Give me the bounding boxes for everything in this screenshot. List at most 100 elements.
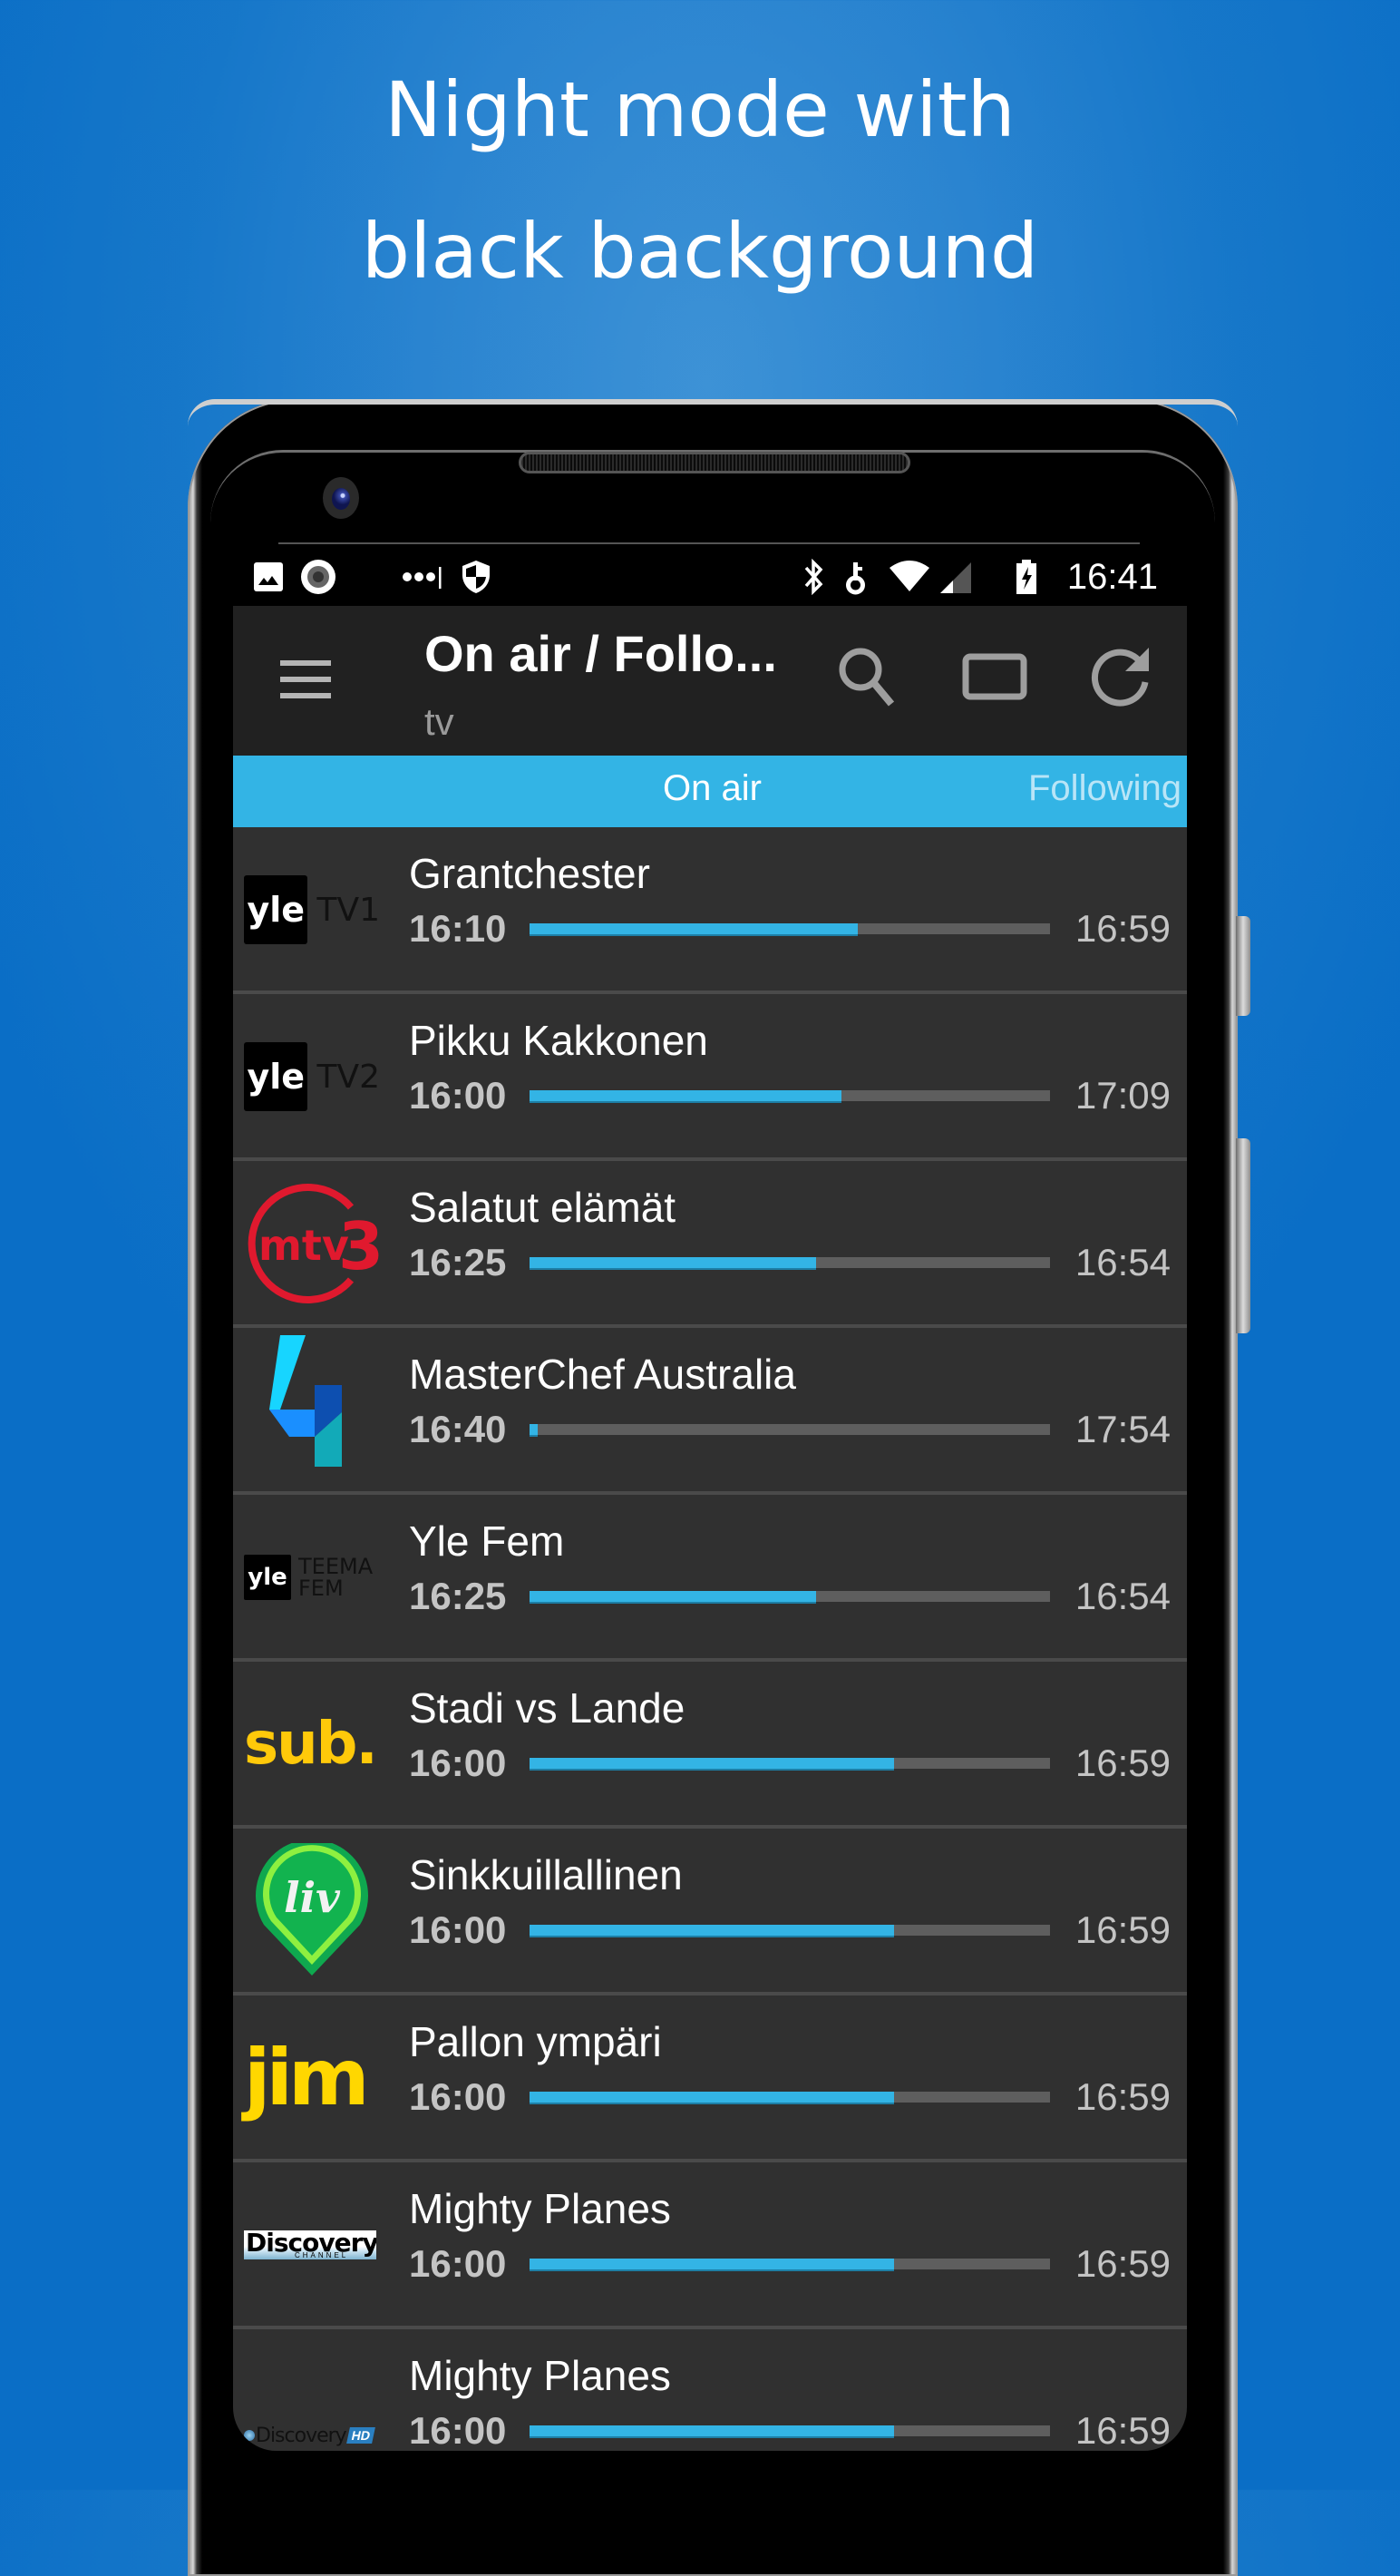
- status-time: 16:41: [1066, 557, 1158, 597]
- program-start-time: 16:00: [409, 1742, 507, 1784]
- program-progress-fill: [530, 923, 858, 934]
- program-progress-fill: [530, 1090, 842, 1101]
- yle-logo-mark: yle: [244, 875, 308, 944]
- program-title: Grantchester: [409, 850, 650, 897]
- yle-logo-mark: yle: [244, 1555, 291, 1600]
- program-row[interactable]: mtv 3 Salatut elämät 16:25 16:54: [233, 1161, 1187, 1328]
- app-bar: On air / Follo... tv: [233, 606, 1187, 756]
- program-row[interactable]: yle TV2 Pikku Kakkonen 16:00 17:09: [233, 994, 1187, 1161]
- svg-text:mtv: mtv: [258, 1221, 349, 1270]
- program-progress-bar: [530, 1257, 1050, 1268]
- tab-following[interactable]: Following: [1028, 768, 1181, 809]
- program-progress-bar: [530, 1591, 1050, 1602]
- signal-dots-icon: [402, 561, 445, 593]
- program-progress-bar: [530, 1925, 1050, 1936]
- program-title: Mighty Planes: [409, 2185, 671, 2232]
- channel-logo: Discovery CHANNEL: [244, 2186, 380, 2304]
- search-button[interactable]: [831, 640, 904, 713]
- program-end-time: 16:59: [1074, 2242, 1171, 2285]
- program-end-time: 16:54: [1074, 1241, 1171, 1283]
- program-progress-fill: [530, 1257, 816, 1268]
- program-row[interactable]: jim Pallon ympäri 16:00 16:59: [233, 1995, 1187, 2162]
- channel-suffix: TEEMA: [298, 1554, 374, 1579]
- status-bar: 16:41: [233, 548, 1187, 606]
- program-progress-bar: [530, 2259, 1050, 2269]
- program-progress-fill: [530, 2425, 894, 2436]
- program-end-time: 16:59: [1074, 1908, 1171, 1951]
- bluetooth-icon: [802, 559, 824, 595]
- channel-suffix-2: FEM: [298, 1576, 344, 1601]
- program-row[interactable]: MasterChef Australia 16:40 17:54: [233, 1328, 1187, 1495]
- program-progress-fill: [530, 2092, 894, 2103]
- program-title: Salatut elämät: [409, 1184, 676, 1231]
- channel-logo: mtv 3: [244, 1184, 380, 1303]
- cast-window-icon: [962, 653, 1027, 700]
- liv-logo-icon: liv: [256, 1843, 368, 1976]
- phone-screen: 16:41 On air / Follo... tv On air Follow…: [233, 548, 1187, 2451]
- program-title: Sinkkuillallinen: [409, 1851, 683, 1898]
- program-row[interactable]: Discovery CHANNEL Mighty Planes 16:00 16…: [233, 2162, 1187, 2329]
- jim-logo: jim: [244, 2033, 370, 2123]
- program-progress-fill: [530, 1925, 894, 1936]
- tab-on-air[interactable]: On air: [663, 768, 762, 809]
- channel-logo: Discovery HD: [244, 2353, 380, 2451]
- speaker-grille: [519, 452, 910, 473]
- bezel-line: [278, 542, 1140, 544]
- key-icon: [844, 561, 868, 595]
- program-title: Pikku Kakkonen: [409, 1017, 708, 1064]
- program-progress-bar: [530, 1758, 1050, 1769]
- program-start-time: 16:00: [409, 1074, 507, 1117]
- record-icon: [300, 560, 336, 594]
- program-row[interactable]: sub. Stadi vs Lande 16:00 16:59: [233, 1662, 1187, 1829]
- nelonen-logo-icon: [269, 1335, 342, 1467]
- battery-charging-icon: [1015, 560, 1038, 594]
- channel-logo: liv: [244, 1843, 380, 1976]
- channel-logo: yle TV2: [244, 1018, 380, 1136]
- discovery-logo: Discovery CHANNEL: [244, 2230, 376, 2259]
- program-row[interactable]: liv Sinkkuillallinen 16:00 16:59: [233, 1829, 1187, 1995]
- channel-suffix: TV1: [316, 891, 380, 929]
- program-start-time: 16:10: [409, 907, 507, 950]
- channel-logo: jim: [244, 2019, 380, 2137]
- program-list: yle TV1 Grantchester 16:10 16:59 yle TV2…: [233, 827, 1187, 2451]
- program-progress-fill: [530, 2259, 894, 2269]
- program-end-time: 17:09: [1074, 1074, 1171, 1117]
- cell-signal-icon: [938, 561, 975, 593]
- program-end-time: 17:54: [1074, 1408, 1171, 1450]
- channel-logo: sub.: [244, 1685, 380, 1803]
- channel-logo: yle TV1: [244, 851, 380, 969]
- program-title: Pallon ympäri: [409, 2018, 662, 2065]
- program-start-time: 16:00: [409, 2242, 507, 2285]
- program-progress-fill: [530, 1758, 894, 1769]
- mtv3-logo-icon: mtv 3: [248, 1184, 380, 1303]
- yle-logo-mark: yle: [244, 1042, 308, 1111]
- program-row[interactable]: yle TEEMA FEM Yle Fem 16:25 16:54: [233, 1495, 1187, 1662]
- program-end-time: 16:54: [1074, 1575, 1171, 1617]
- headline-line-1: Night mode with: [384, 65, 1016, 154]
- program-start-time: 16:40: [409, 1408, 507, 1450]
- channel-suffix: TV2: [316, 1058, 380, 1096]
- tab-bar: On air Following: [233, 756, 1187, 827]
- cast-window-button[interactable]: [958, 640, 1031, 713]
- program-start-time: 16:00: [409, 2409, 507, 2451]
- refresh-icon: [1091, 648, 1149, 707]
- program-title: Stadi vs Lande: [409, 1684, 685, 1732]
- wifi-icon: [888, 561, 931, 593]
- headline-line-2: black background: [361, 207, 1039, 296]
- program-start-time: 16:25: [409, 1241, 507, 1283]
- program-row[interactable]: yle TV1 Grantchester 16:10 16:59: [233, 827, 1187, 994]
- program-start-time: 16:25: [409, 1575, 507, 1617]
- refresh-button[interactable]: [1085, 640, 1158, 713]
- svg-text:liv: liv: [284, 1873, 341, 1922]
- menu-button[interactable]: [280, 660, 331, 700]
- program-title: Yle Fem: [409, 1517, 565, 1565]
- program-progress-bar: [530, 1090, 1050, 1101]
- channel-logo: [244, 1335, 380, 1469]
- discovery-hd-logo: Discovery HD: [244, 2425, 375, 2447]
- program-progress-fill: [530, 1424, 538, 1435]
- program-row[interactable]: Discovery HD Mighty Planes 16:00 16:59: [233, 2329, 1187, 2451]
- volume-button: [1236, 1138, 1250, 1333]
- program-end-time: 16:59: [1074, 2409, 1171, 2451]
- channel-logo: yle TEEMA FEM: [244, 1518, 380, 1636]
- program-title: Mighty Planes: [409, 2352, 671, 2399]
